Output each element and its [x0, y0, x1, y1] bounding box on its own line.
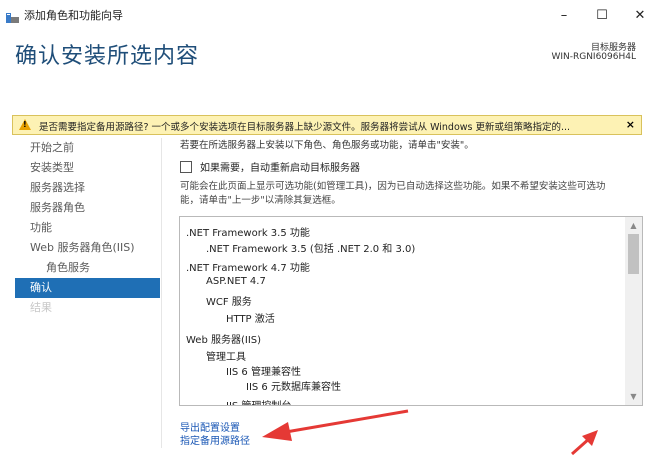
selection-list[interactable]: .NET Framework 3.5 功能 .NET Framework 3.5…: [179, 216, 643, 406]
list-item: IIS 管理控制台: [226, 397, 291, 405]
list-item: IIS 6 管理兼容性: [226, 367, 301, 378]
arrow-corner: [571, 430, 598, 456]
minimize-button[interactable]: –: [546, 3, 582, 27]
nav-installation-type[interactable]: 安装类型: [15, 158, 160, 178]
restart-option[interactable]: 如果需要，自动重新启动目标服务器: [180, 159, 360, 174]
list-item: Web 服务器(IIS): [186, 335, 262, 346]
close-button[interactable]: ✕: [622, 3, 650, 27]
nav-server-roles[interactable]: 服务器角色: [15, 198, 160, 218]
maximize-button[interactable]: ☐: [584, 3, 620, 27]
restart-checkbox[interactable]: [180, 160, 192, 173]
list-item: .NET Framework 3.5 功能: [186, 228, 310, 239]
list-item: .NET Framework 4.7 功能: [186, 263, 310, 274]
wizard-steps-nav: 开始之前 安装类型 服务器选择 服务器角色 功能 Web 服务器角色(IIS) …: [15, 138, 160, 318]
scroll-up-icon[interactable]: ▲: [625, 217, 642, 234]
window-title: 添加角色和功能向导: [24, 9, 123, 22]
warning-close-icon[interactable]: ×: [626, 118, 635, 131]
sidebar-divider: [161, 138, 162, 448]
list-item: 管理工具: [206, 352, 246, 363]
arrow-to-source-link: [262, 409, 409, 441]
list-item: ASP.NET 4.7: [206, 276, 266, 287]
note-line-2: 能，请单击"上一步"以清除其复选框。: [180, 195, 341, 206]
list-item: HTTP 激活: [226, 314, 275, 325]
window-titlebar: 添加角色和功能向导 – ☐ ✕: [0, 0, 650, 30]
nav-role-services[interactable]: 角色服务: [15, 258, 160, 278]
optional-features-note: 可能会在此页面上显示可选功能(如管理工具)，因为已自动选择这些功能。如果不希望安…: [180, 180, 640, 208]
nav-server-selection[interactable]: 服务器选择: [15, 178, 160, 198]
nav-before-you-begin[interactable]: 开始之前: [15, 138, 160, 158]
list-item: WCF 服务: [206, 297, 252, 308]
list-scrollbar[interactable]: ▲ ▼: [625, 217, 642, 405]
warning-text: 是否需要指定备用源路径? 一个或多个安装选项在目标服务器上缺少源文件。服务器将尝…: [39, 122, 571, 133]
specify-alternate-source-link[interactable]: 指定备用源路径: [180, 432, 250, 447]
destination-server-name: WIN-RGNI6096H4L: [551, 52, 636, 62]
scrollbar-thumb[interactable]: [628, 234, 639, 274]
page-title: 确认安装所选内容: [15, 44, 200, 69]
nav-results: 结果: [30, 301, 52, 314]
note-line-1: 可能会在此页面上显示可选功能(如管理工具)，因为已自动选择这些功能。如果不希望安…: [180, 181, 606, 192]
list-item: IIS 6 元数据库兼容性: [246, 382, 341, 393]
nav-features[interactable]: 功能: [15, 218, 160, 238]
warning-icon: !: [19, 119, 31, 130]
server-manager-icon: [6, 9, 19, 23]
restart-checkbox-label[interactable]: 如果需要，自动重新启动目标服务器: [200, 159, 360, 174]
nav-confirmation[interactable]: 确认: [15, 278, 160, 298]
intro-text: 若要在所选服务器上安装以下角色、角色服务或功能，请单击"安装"。: [180, 140, 474, 151]
nav-web-server-role[interactable]: Web 服务器角色(IIS): [15, 238, 160, 258]
scroll-down-icon[interactable]: ▼: [625, 388, 642, 405]
missing-source-warning-bar: ! 是否需要指定备用源路径? 一个或多个安装选项在目标服务器上缺少源文件。服务器…: [12, 115, 642, 135]
list-item: .NET Framework 3.5 (包括 .NET 2.0 和 3.0): [206, 244, 416, 255]
